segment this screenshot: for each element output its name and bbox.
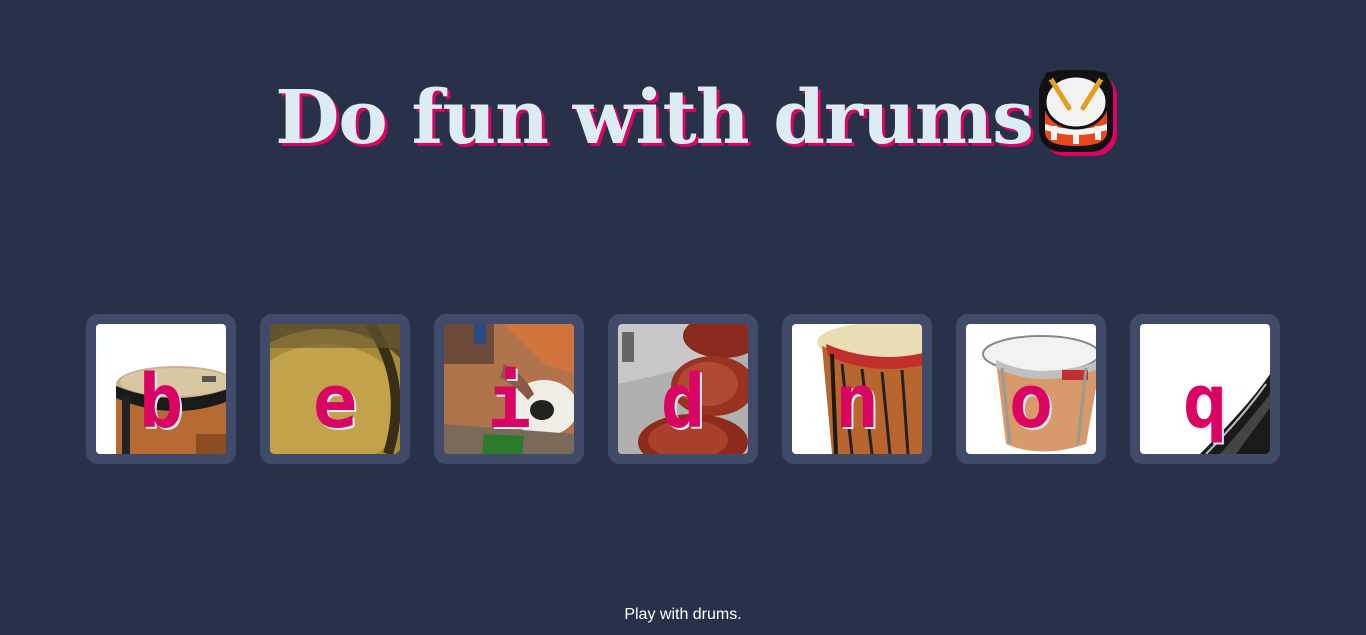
drum-pad-key: d — [660, 359, 706, 445]
drum-pads: b e i d n o q — [86, 314, 1280, 464]
drum-pad-key: n — [834, 359, 880, 445]
header: Do fun with drums — [0, 70, 1366, 164]
drum-pad-image: o — [966, 324, 1096, 454]
drum-icon — [1038, 70, 1117, 156]
drum-pad-key: q — [1182, 359, 1228, 445]
drum-pad-image: i — [444, 324, 574, 454]
drum-pad-image: q — [1140, 324, 1270, 454]
footer-text: Play with drums. — [624, 606, 742, 623]
drum-pad-d[interactable]: d — [608, 314, 758, 464]
drum-pad-b[interactable]: b — [86, 314, 236, 464]
drum-pad-i[interactable]: i — [434, 314, 584, 464]
drum-pad-key: o — [1008, 359, 1054, 445]
drum-pad-image: b — [96, 324, 226, 454]
drum-pad-n[interactable]: n — [782, 314, 932, 464]
drum-pad-o[interactable]: o — [956, 314, 1106, 464]
drum-pad-key: i — [486, 359, 532, 445]
drum-pad-image: n — [792, 324, 922, 454]
drum-pad-e[interactable]: e — [260, 314, 410, 464]
drum-kit-page: Do fun with drums b e i d n o q Play wit… — [0, 0, 1366, 635]
drum-pad-image: d — [618, 324, 748, 454]
drum-pad-image: e — [270, 324, 400, 454]
drum-pad-key: b — [138, 359, 184, 445]
drum-pad-key: e — [312, 359, 358, 445]
page-title: Do fun with drums — [275, 75, 1034, 161]
drum-pad-q[interactable]: q — [1130, 314, 1280, 464]
